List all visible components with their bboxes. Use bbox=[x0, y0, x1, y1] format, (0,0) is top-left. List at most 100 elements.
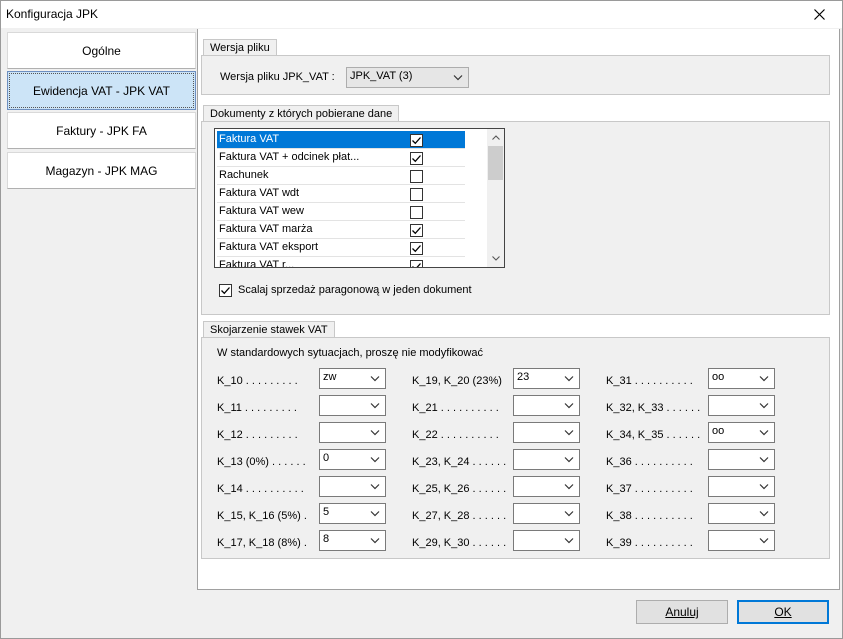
nav-item-vat-register[interactable]: Ewidencja VAT - JPK VAT bbox=[7, 71, 196, 110]
rate-label: K_32, K_33 . . . . . . bbox=[606, 402, 701, 414]
rate-select[interactable] bbox=[319, 476, 386, 497]
chevron-down-icon bbox=[759, 484, 769, 490]
checkmark-icon bbox=[221, 287, 230, 295]
config-dialog: Konfiguracja JPK Ogólne Ewidencja VAT - … bbox=[0, 0, 843, 639]
rate-value: 5 bbox=[323, 506, 330, 518]
rate-select[interactable]: oo bbox=[708, 368, 775, 389]
version-select[interactable]: JPK_VAT (3) bbox=[346, 67, 469, 88]
ok-button-label: OK bbox=[774, 605, 792, 619]
chevron-down-icon bbox=[564, 457, 574, 463]
rate-select[interactable] bbox=[708, 449, 775, 470]
rate-select[interactable] bbox=[513, 422, 580, 443]
rate-label: K_39 . . . . . . . . . . bbox=[606, 537, 693, 549]
rate-label: K_12 . . . . . . . . . bbox=[217, 429, 298, 441]
rate-select[interactable] bbox=[708, 395, 775, 416]
rate-select[interactable] bbox=[708, 476, 775, 497]
cancel-button-label: Anuluj bbox=[665, 605, 699, 619]
documents-list[interactable]: Faktura VAT Faktura VAT + odcinek płat..… bbox=[214, 128, 505, 268]
rates-group: W standardowych sytuacjach, proszę nie m… bbox=[201, 337, 830, 559]
scroll-up-button[interactable] bbox=[487, 129, 504, 146]
chevron-down-icon bbox=[564, 511, 574, 517]
list-item[interactable]: Faktura VAT marża bbox=[217, 221, 465, 239]
rate-select[interactable]: oo bbox=[708, 422, 775, 443]
checkmark-icon bbox=[412, 263, 421, 267]
chevron-down-icon bbox=[759, 376, 769, 382]
rate-select[interactable]: 23 bbox=[513, 368, 580, 389]
close-button[interactable] bbox=[796, 1, 842, 28]
settings-panel: Wersja pliku Wersja pliku JPK_VAT : JPK_… bbox=[197, 29, 840, 590]
chevron-down-icon bbox=[564, 430, 574, 436]
chevron-down-icon bbox=[370, 457, 380, 463]
cancel-button[interactable]: Anuluj bbox=[636, 600, 728, 624]
title-bar: Konfiguracja JPK bbox=[1, 1, 842, 28]
rate-select[interactable] bbox=[513, 395, 580, 416]
chevron-down-icon bbox=[491, 256, 500, 261]
chevron-down-icon bbox=[370, 484, 380, 490]
nav-item-warehouse[interactable]: Magazyn - JPK MAG bbox=[7, 152, 196, 189]
nav-item-label: Magazyn - JPK MAG bbox=[45, 163, 158, 178]
list-item-checkbox[interactable] bbox=[410, 206, 423, 219]
rate-select[interactable]: 5 bbox=[319, 503, 386, 524]
rate-select[interactable] bbox=[513, 530, 580, 551]
chevron-down-icon bbox=[759, 403, 769, 409]
nav-item-label: Ogólne bbox=[82, 43, 121, 58]
version-group: Wersja pliku JPK_VAT : JPK_VAT (3) bbox=[201, 55, 830, 95]
list-item-label: Rachunek bbox=[219, 169, 269, 181]
list-item-checkbox[interactable] bbox=[410, 152, 423, 165]
list-scrollbar[interactable] bbox=[487, 129, 504, 267]
list-item-checkbox[interactable] bbox=[410, 188, 423, 201]
scroll-thumb[interactable] bbox=[488, 146, 503, 180]
chevron-down-icon bbox=[370, 538, 380, 544]
rate-label: K_15, K_16 (5%) . bbox=[217, 510, 307, 522]
rate-select[interactable] bbox=[319, 395, 386, 416]
list-item-checkbox[interactable] bbox=[410, 134, 423, 147]
list-item[interactable]: Faktura VAT wew bbox=[217, 203, 465, 221]
version-field-label: Wersja pliku JPK_VAT : bbox=[220, 71, 335, 83]
rate-select[interactable]: 0 bbox=[319, 449, 386, 470]
rate-select[interactable] bbox=[513, 476, 580, 497]
list-item[interactable]: Rachunek bbox=[217, 167, 465, 185]
nav-item-invoices[interactable]: Faktury - JPK FA bbox=[7, 112, 196, 149]
ok-button[interactable]: OK bbox=[737, 600, 829, 624]
list-item-checkbox[interactable] bbox=[410, 224, 423, 237]
nav-panel: Ogólne Ewidencja VAT - JPK VAT Faktury -… bbox=[3, 29, 196, 589]
list-item[interactable]: Faktura VAT + odcinek płat... bbox=[217, 149, 465, 167]
rate-label: K_10 . . . . . . . . . bbox=[217, 375, 298, 387]
rate-label: K_11 . . . . . . . . . bbox=[217, 402, 297, 414]
chevron-down-icon bbox=[759, 430, 769, 436]
rate-select[interactable]: zw bbox=[319, 368, 386, 389]
rate-select[interactable]: 8 bbox=[319, 530, 386, 551]
rate-value: 23 bbox=[517, 371, 530, 383]
list-item-checkbox[interactable] bbox=[410, 170, 423, 183]
version-select-value: JPK_VAT (3) bbox=[350, 70, 413, 82]
rate-select[interactable] bbox=[708, 530, 775, 551]
rate-select[interactable] bbox=[319, 422, 386, 443]
nav-item-label: Faktury - JPK FA bbox=[56, 123, 147, 138]
list-item[interactable]: Faktura VAT wdt bbox=[217, 185, 465, 203]
rate-select[interactable] bbox=[513, 449, 580, 470]
list-item-checkbox[interactable] bbox=[410, 260, 423, 267]
list-item-label: Faktura VAT bbox=[219, 133, 280, 145]
list-item-label: Faktura VAT eksport bbox=[219, 241, 319, 253]
rate-label: K_19, K_20 (23%) bbox=[412, 375, 502, 387]
list-item-checkbox[interactable] bbox=[410, 242, 423, 255]
list-item-label: Faktura VAT wdt bbox=[219, 187, 300, 199]
rate-label: K_13 (0%) . . . . . . bbox=[217, 456, 306, 468]
rate-label: K_22 . . . . . . . . . . bbox=[412, 429, 499, 441]
list-item[interactable]: Faktura VAT bbox=[217, 131, 465, 149]
checkmark-icon bbox=[412, 245, 421, 253]
chevron-down-icon bbox=[564, 376, 574, 382]
rate-select[interactable] bbox=[513, 503, 580, 524]
window-title: Konfiguracja JPK bbox=[6, 7, 99, 21]
list-item[interactable]: Faktura VAT eksport bbox=[217, 239, 465, 257]
list-item[interactable]: Faktura VAT r... bbox=[217, 257, 465, 267]
documents-group: Faktura VAT Faktura VAT + odcinek płat..… bbox=[201, 121, 830, 315]
nav-item-general[interactable]: Ogólne bbox=[7, 32, 196, 69]
chevron-down-icon bbox=[564, 538, 574, 544]
merge-receipts-label: Scalaj sprzedaż paragonową w jeden dokum… bbox=[238, 284, 472, 296]
scroll-down-button[interactable] bbox=[487, 250, 504, 267]
merge-receipts-checkbox[interactable] bbox=[219, 284, 232, 297]
checkmark-icon bbox=[412, 137, 421, 145]
rate-value: zw bbox=[323, 371, 337, 383]
rate-select[interactable] bbox=[708, 503, 775, 524]
